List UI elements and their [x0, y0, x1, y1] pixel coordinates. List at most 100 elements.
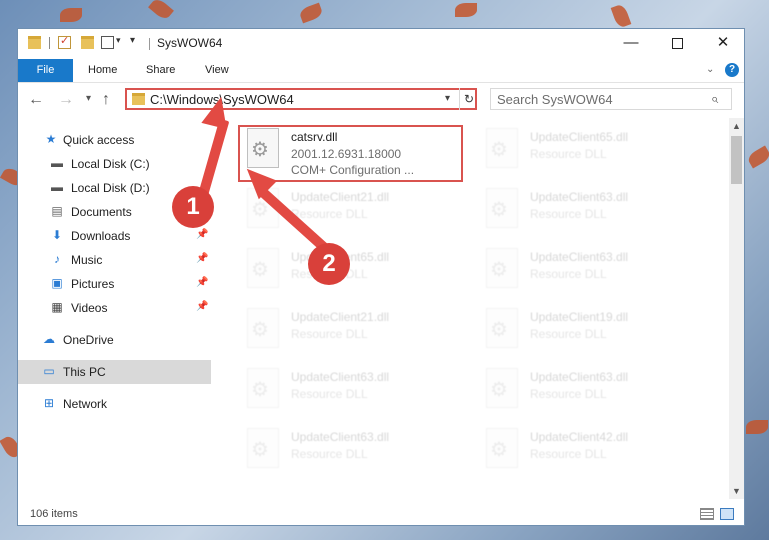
file-description: Resource DLL: [530, 207, 607, 221]
tab-share[interactable]: Share: [146, 59, 175, 82]
nav-item-onedrive[interactable]: ☁ OneDrive: [18, 328, 211, 352]
background-leaf: [610, 3, 632, 29]
nav-item-this-pc[interactable]: ▭ This PC: [18, 360, 211, 384]
file-item[interactable]: UpdateClient19.dll Resource DLL: [482, 306, 712, 358]
dll-file-icon: [486, 248, 518, 288]
tab-file[interactable]: File: [18, 59, 73, 82]
nav-item-local-disk-c[interactable]: ▬ Local Disk (C:): [18, 152, 211, 176]
dll-file-icon: [486, 128, 518, 168]
background-leaf: [745, 145, 769, 169]
file-item[interactable]: UpdateClient65.dll Resource DLL: [243, 246, 473, 298]
quick-access-toolbar-dropdown-icon[interactable]: ▾: [130, 35, 140, 49]
dll-file-icon: [247, 428, 279, 468]
file-description: Resource DLL: [530, 447, 607, 461]
nav-item-label: Network: [63, 397, 108, 411]
minimize-button[interactable]: —: [608, 29, 654, 57]
forward-arrow-icon[interactable]: →: [58, 91, 74, 109]
tab-home[interactable]: Home: [88, 59, 117, 82]
dll-file-icon: [247, 368, 279, 408]
properties-icon[interactable]: [58, 34, 71, 49]
file-name: UpdateClient63.dll: [530, 370, 629, 384]
background-leaf: [148, 0, 174, 22]
dll-file-icon: [247, 248, 279, 288]
customize-icon[interactable]: [101, 36, 114, 49]
network-icon: ⊞: [43, 396, 55, 410]
toolbar-divider: [49, 37, 50, 49]
file-name: UpdateClient21.dll: [291, 310, 390, 324]
scroll-up-icon[interactable]: ▲: [732, 121, 741, 131]
nav-item-label: This PC: [63, 365, 106, 379]
nav-item-videos[interactable]: ▦ Videos 📌: [18, 296, 211, 320]
address-bar[interactable]: C:\Windows\SysWOW64 ▾ ↻: [125, 88, 477, 110]
file-description: Resource DLL: [530, 387, 607, 401]
file-description: Resource DLL: [530, 267, 607, 281]
nav-item-downloads[interactable]: ⬇ Downloads 📌: [18, 224, 211, 248]
pin-icon[interactable]: 📌: [196, 229, 208, 240]
chevron-down-icon[interactable]: ▾: [445, 93, 450, 104]
navigation-pane: ★ Quick access ▬ Local Disk (C:) ▬ Local…: [18, 124, 211, 499]
file-item[interactable]: UpdateClient65.dll Resource DLL: [482, 126, 712, 178]
large-icons-view-icon[interactable]: [720, 508, 734, 520]
scroll-down-icon[interactable]: ▼: [732, 486, 741, 496]
back-arrow-icon[interactable]: ←: [28, 91, 44, 109]
callout-badge-2: 2: [308, 243, 350, 285]
dll-file-icon: [486, 188, 518, 228]
refresh-icon[interactable]: ↻: [459, 88, 478, 110]
expand-ribbon-icon[interactable]: ⌄: [706, 64, 714, 75]
help-icon[interactable]: ?: [725, 63, 739, 77]
background-leaf: [746, 420, 768, 434]
nav-item-network[interactable]: ⊞ Network: [18, 392, 211, 416]
up-arrow-icon[interactable]: ↑: [102, 91, 110, 109]
file-item[interactable]: UpdateClient63.dll Resource DLL: [243, 426, 473, 478]
recent-locations-icon[interactable]: ▾: [86, 93, 91, 104]
file-description: Resource DLL: [291, 447, 368, 461]
title-divider: [149, 38, 150, 50]
nav-item-label: Documents: [71, 205, 132, 219]
vertical-scrollbar[interactable]: ▲ ▼: [729, 118, 744, 499]
drive-icon: ▬: [51, 180, 63, 194]
pin-icon[interactable]: 📌: [196, 277, 208, 288]
file-name: UpdateClient42.dll: [530, 430, 629, 444]
close-button[interactable]: ✕: [700, 29, 746, 57]
tab-view[interactable]: View: [205, 59, 229, 82]
dll-file-icon: [486, 368, 518, 408]
file-name: UpdateClient19.dll: [530, 310, 629, 324]
nav-item-music[interactable]: ♪ Music 📌: [18, 248, 211, 272]
documents-icon: ▤: [51, 204, 63, 218]
background-leaf: [298, 2, 324, 24]
file-item[interactable]: UpdateClient21.dll Resource DLL: [243, 306, 473, 358]
file-item[interactable]: UpdateClient63.dll Resource DLL: [482, 246, 712, 298]
search-icon[interactable]: ⌕: [711, 91, 718, 107]
search-box[interactable]: ⌕: [490, 88, 732, 110]
chevron-down-icon[interactable]: ▾: [116, 35, 124, 49]
pin-icon[interactable]: 📌: [196, 301, 208, 312]
videos-icon: ▦: [51, 300, 63, 314]
dll-file-icon: [247, 308, 279, 348]
folder-icon: [132, 93, 145, 105]
file-item[interactable]: UpdateClient42.dll Resource DLL: [482, 426, 712, 478]
nav-item-quick-access[interactable]: ★ Quick access: [18, 128, 211, 152]
file-item[interactable]: UpdateClient63.dll Resource DLL: [243, 366, 473, 418]
file-name: UpdateClient65.dll: [530, 130, 629, 144]
details-view-icon[interactable]: [700, 508, 714, 520]
nav-item-label: OneDrive: [63, 333, 114, 347]
search-input[interactable]: [497, 92, 697, 107]
file-item[interactable]: UpdateClient63.dll Resource DLL: [482, 186, 712, 238]
ribbon-tabs: File Home Share View ⌄ ?: [18, 59, 744, 83]
nav-item-pictures[interactable]: ▣ Pictures 📌: [18, 272, 211, 296]
scrollbar-thumb[interactable]: [731, 136, 742, 184]
drive-icon: ▬: [51, 156, 63, 170]
pin-icon[interactable]: 📌: [196, 253, 208, 264]
callout-badge-1: 1: [172, 186, 214, 228]
file-item[interactable]: UpdateClient63.dll Resource DLL: [482, 366, 712, 418]
maximize-button[interactable]: [654, 29, 700, 57]
pictures-icon: ▣: [51, 276, 63, 290]
status-bar: 106 items: [18, 503, 744, 525]
nav-item-label: Downloads: [71, 229, 131, 243]
folder-icon: [28, 36, 41, 49]
nav-item-label: Videos: [71, 301, 108, 315]
file-name: UpdateClient63.dll: [530, 250, 629, 264]
cloud-icon: ☁: [43, 332, 55, 346]
nav-item-label: Quick access: [63, 133, 135, 147]
new-folder-icon[interactable]: [81, 36, 94, 49]
